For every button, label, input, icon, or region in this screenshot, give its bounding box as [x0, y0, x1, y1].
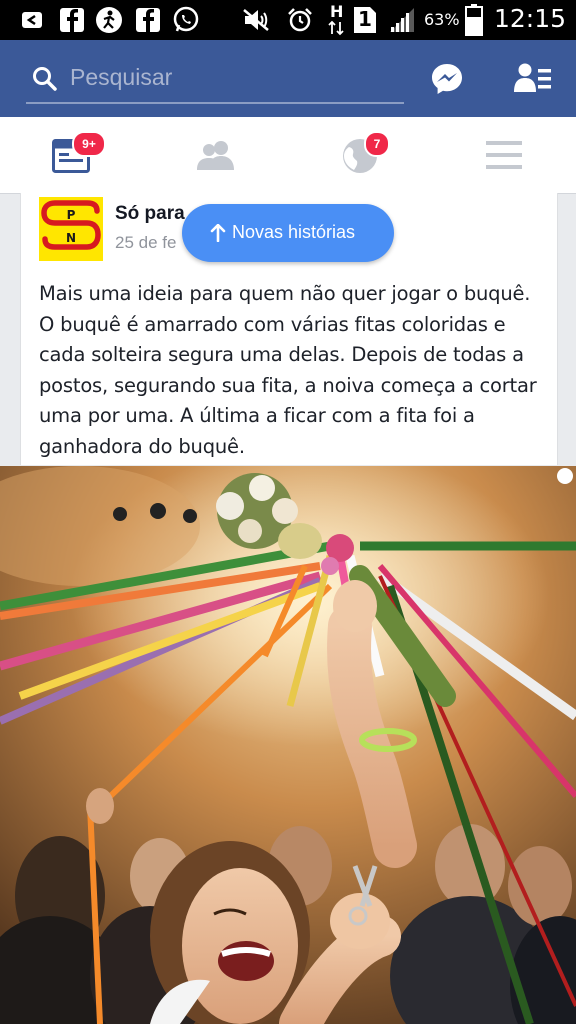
- back-notification-icon: [22, 12, 42, 28]
- signal-icon: [390, 8, 414, 32]
- battery-icon: [465, 4, 483, 36]
- alarm-icon: [288, 8, 312, 32]
- network-type-label: H: [330, 2, 344, 21]
- friend-requests-icon[interactable]: [514, 62, 552, 94]
- new-stories-label: Novas histórias: [232, 222, 356, 242]
- tab-news-feed[interactable]: 9+: [0, 117, 144, 193]
- new-stories-button[interactable]: Novas histórias: [182, 204, 394, 262]
- messenger-icon[interactable]: [430, 62, 464, 96]
- battery-percent: 63%: [424, 10, 460, 29]
- search-placeholder: Pesquisar: [70, 64, 173, 90]
- facebook-notification-icon: [60, 8, 84, 32]
- whatsapp-notification-icon: [173, 6, 199, 32]
- tab-friends[interactable]: [144, 117, 288, 193]
- mute-icon: [243, 9, 269, 31]
- spn-logo-icon: P N: [39, 197, 103, 261]
- sim-number: 1: [358, 7, 372, 31]
- bouquet-photo-image: [0, 466, 576, 1024]
- feed-badge: 9+: [72, 131, 106, 157]
- facebook-notification-icon-2: [136, 8, 160, 32]
- tab-bar: 9+ 7: [0, 117, 576, 194]
- arrow-up-icon: [210, 224, 226, 242]
- svg-text:P: P: [67, 208, 76, 222]
- svg-text:N: N: [66, 231, 76, 245]
- friends-icon: [197, 141, 234, 170]
- search-input[interactable]: Pesquisar: [26, 54, 404, 104]
- app-header: Pesquisar: [0, 40, 576, 117]
- page-avatar[interactable]: P N: [39, 197, 103, 261]
- accessibility-notification-icon: [96, 7, 122, 33]
- clock: 12:15: [494, 4, 567, 33]
- post-author[interactable]: Só para: [115, 203, 185, 225]
- search-icon: [33, 67, 57, 91]
- post-timestamp[interactable]: 25 de fe: [115, 233, 176, 253]
- post-body: Mais uma ideia para quem não quer jogar …: [39, 282, 537, 458]
- tab-notifications[interactable]: 7: [288, 117, 432, 193]
- status-bar: H 1 63% 12:15: [0, 0, 576, 40]
- tab-menu[interactable]: [432, 117, 576, 193]
- notifications-badge: 7: [364, 131, 390, 157]
- post-photo[interactable]: [0, 466, 576, 1024]
- menu-icon: [486, 141, 522, 169]
- data-arrows-icon: [328, 20, 344, 36]
